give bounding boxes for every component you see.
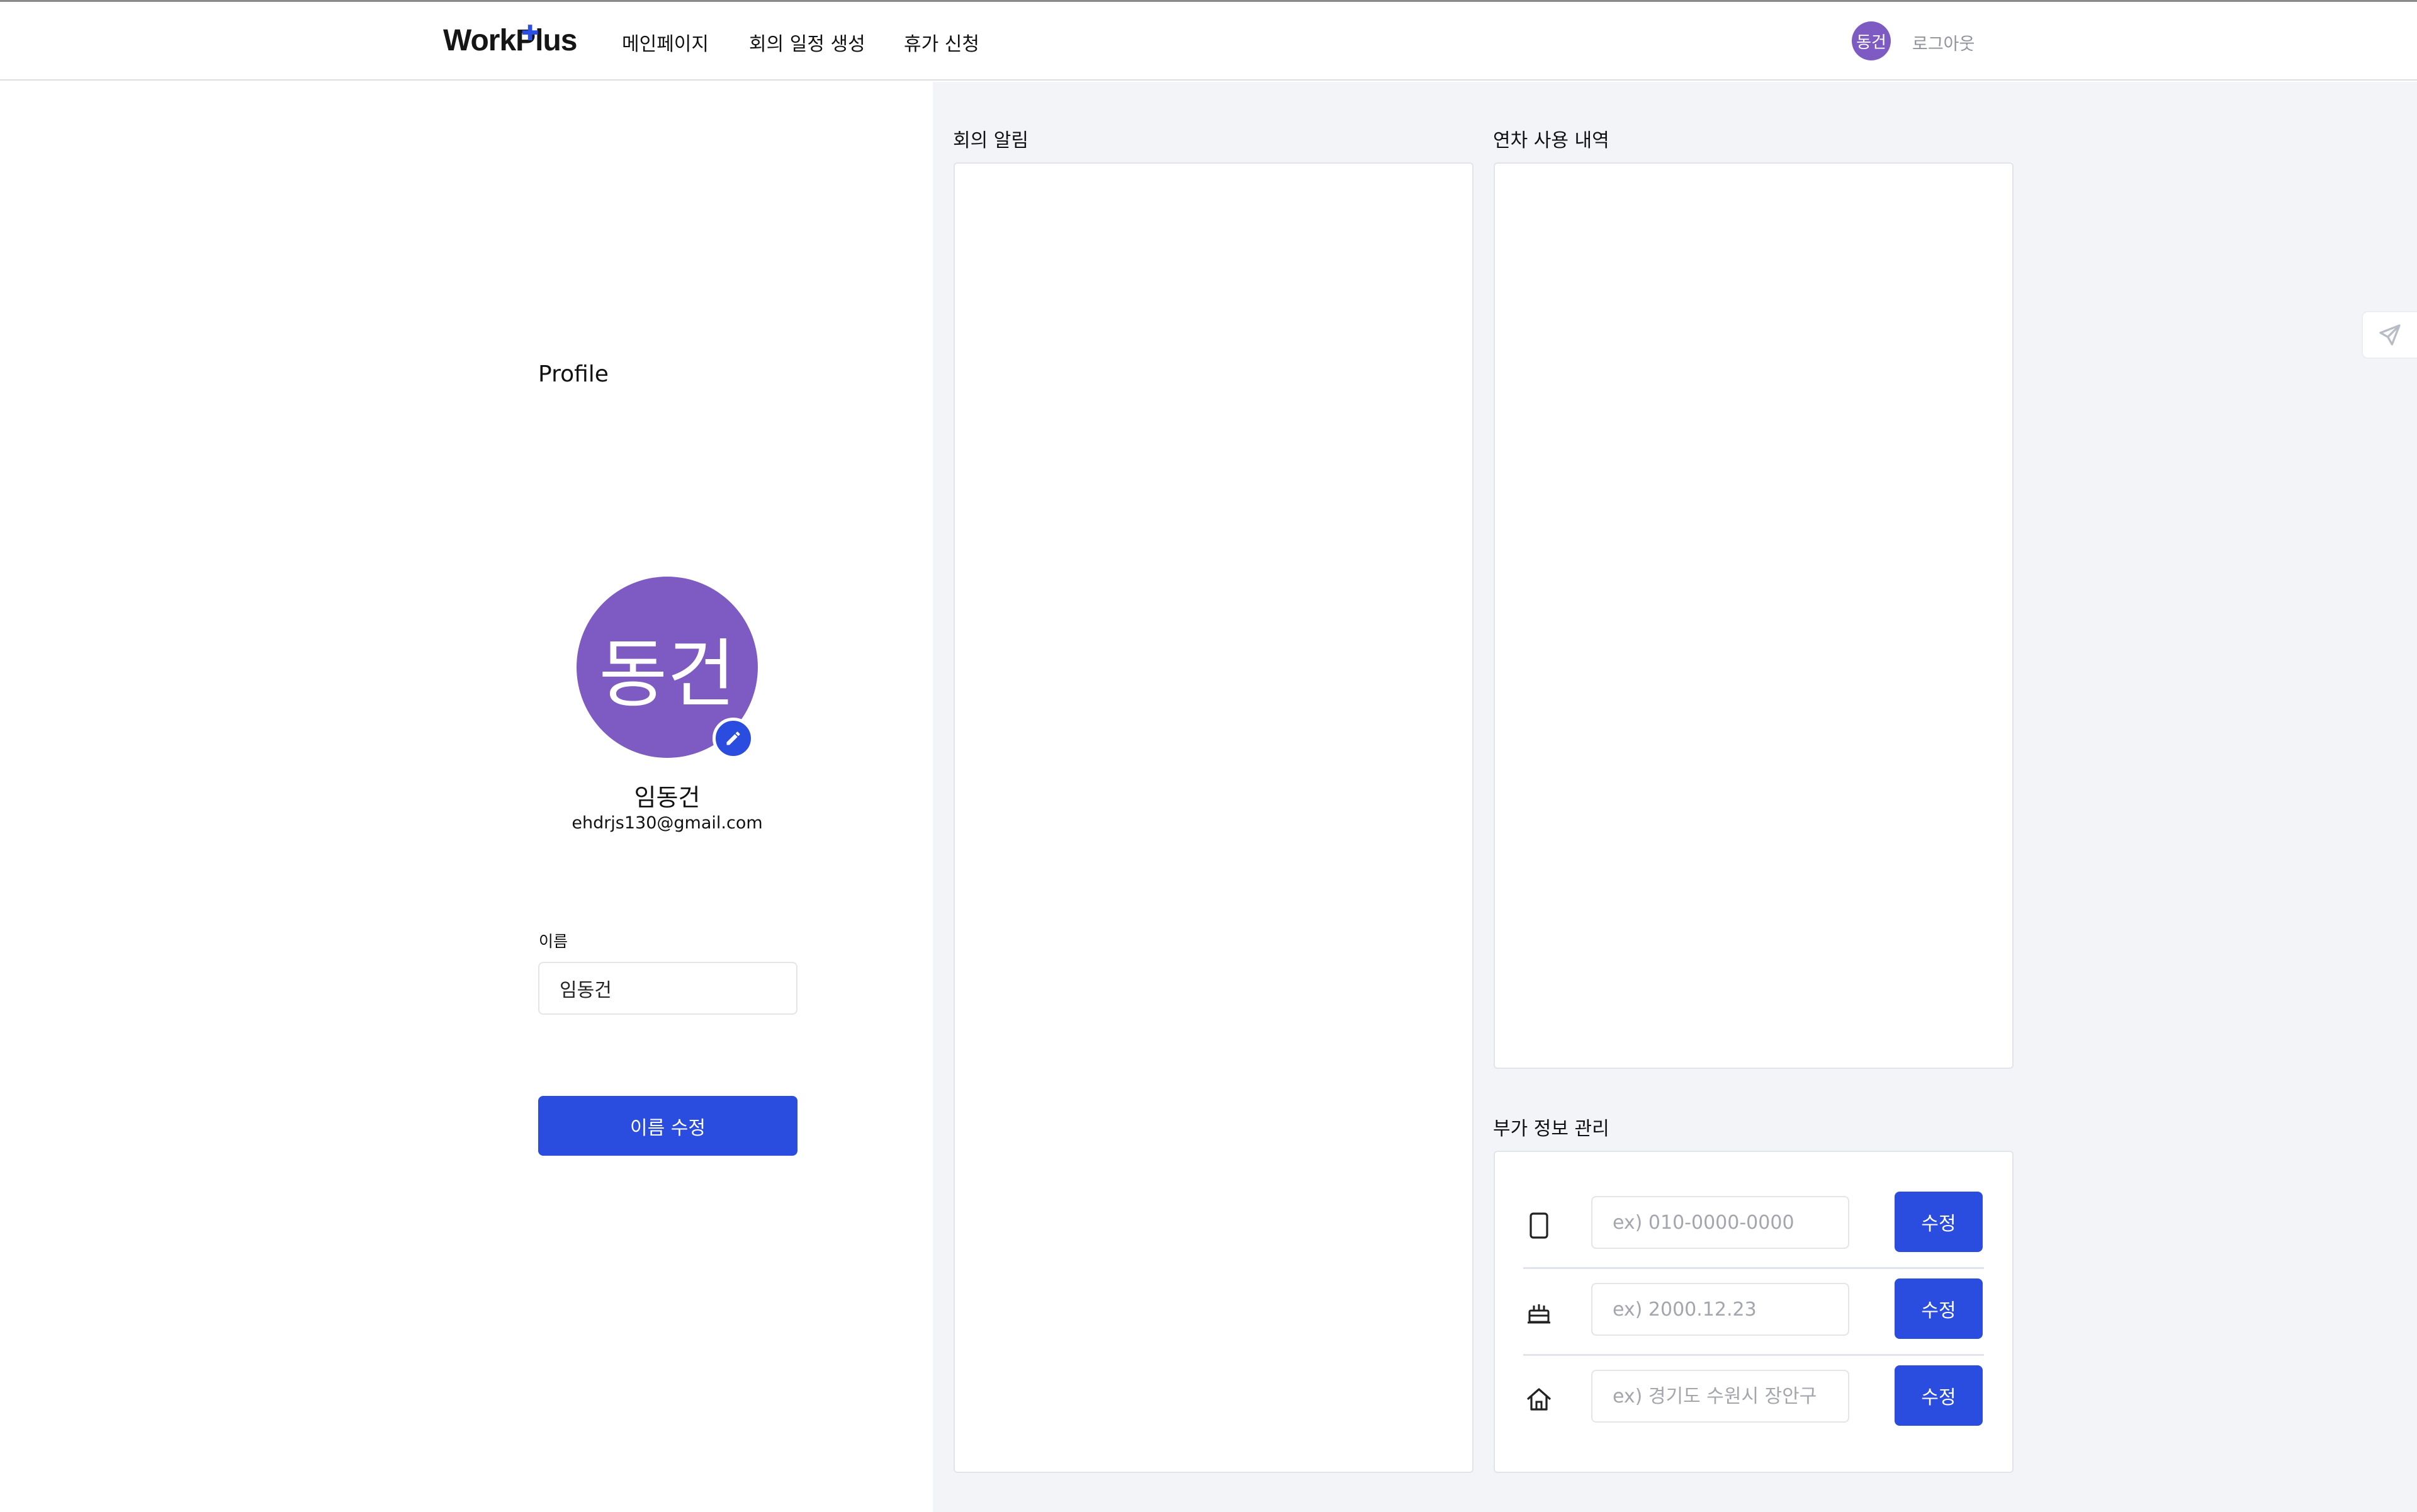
logout-link[interactable]: 로그아웃 [1912,30,1975,55]
meeting-notifications-title: 회의 알림 [953,130,1028,152]
nav-create-meeting-link[interactable]: 회의 일정 생성 [749,28,865,56]
top-navigation-bar: WorkPlus ✚ 메인페이지 회의 일정 생성 휴가 신청 동건 로그아웃 [0,0,2417,81]
home-icon [1523,1384,1555,1415]
phone-row: 수정 [1523,1182,1984,1269]
profile-panel [0,82,933,1512]
side-floating-tab[interactable] [2362,311,2417,359]
profile-title: Profile [538,361,609,387]
leave-history-title: 연차 사용 내역 [1493,130,1609,152]
leave-history-list[interactable] [1494,162,2014,1069]
extra-info-title: 부가 정보 관리 [1493,1118,1609,1140]
nav-leave-request-link[interactable]: 휴가 신청 [904,28,979,56]
name-input[interactable] [538,962,797,1015]
logo-plus-mark: ✚ [521,21,539,45]
meeting-notifications-list[interactable] [954,162,1473,1473]
nav-home-link[interactable]: 메인페이지 [622,28,709,56]
user-avatar[interactable]: 동건 [1852,21,1891,60]
birthday-input[interactable] [1591,1283,1849,1336]
send-icon [2379,324,2401,346]
birthday-row: 수정 [1523,1269,1984,1356]
profile-email: ehdrjs130@gmail.com [572,813,763,833]
logo-text: WorkPlus [443,24,577,57]
edit-avatar-button[interactable] [713,718,754,759]
pencil-icon [726,731,740,745]
cake-icon [1523,1297,1555,1328]
profile-name: 임동건 [634,784,701,811]
address-row: 수정 [1523,1356,1984,1443]
update-name-button[interactable]: 이름 수정 [538,1096,797,1156]
workplus-logo[interactable]: WorkPlus ✚ [443,21,577,58]
address-input[interactable] [1591,1370,1849,1423]
name-label: 이름 [539,932,568,951]
phone-input[interactable] [1591,1196,1849,1249]
address-update-button[interactable]: 수정 [1895,1365,1983,1426]
phone-icon [1523,1210,1555,1241]
phone-update-button[interactable]: 수정 [1895,1192,1983,1252]
birthday-update-button[interactable]: 수정 [1895,1278,1983,1339]
